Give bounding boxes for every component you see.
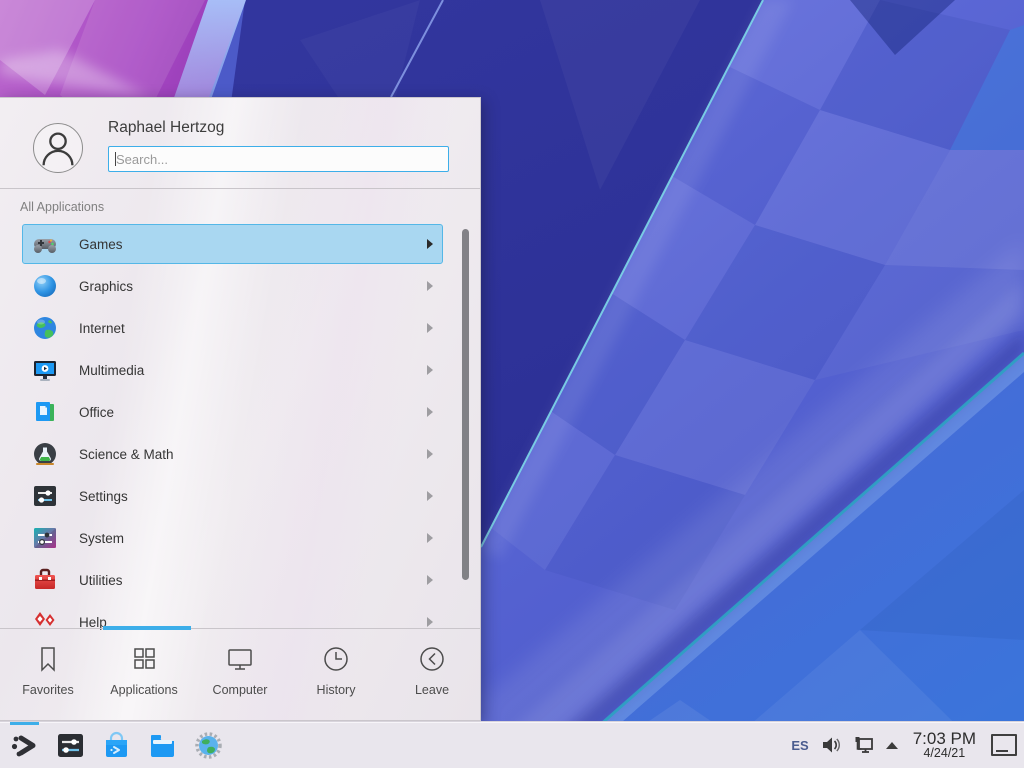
text-caret (115, 152, 116, 166)
menu-item-utilities[interactable]: Utilities (22, 560, 443, 600)
menu-item-settings[interactable]: Settings (22, 476, 443, 516)
menu-item-label: Multimedia (79, 363, 144, 378)
menu-item-label: System (79, 531, 124, 546)
taskbar-launchers (0, 731, 223, 760)
tab-label: History (317, 683, 356, 697)
bookmark-icon (32, 643, 64, 675)
toolbox-icon (32, 567, 58, 593)
menu-item-help[interactable]: Help (22, 602, 443, 630)
user-avatar[interactable] (33, 123, 83, 173)
submenu-arrow-icon (427, 575, 433, 585)
menu-item-graphics[interactable]: Graphics (22, 266, 443, 306)
menu-item-games[interactable]: Games (22, 224, 443, 264)
web-browser-button[interactable] (194, 731, 223, 760)
submenu-arrow-icon (427, 449, 433, 459)
user-name: Raphael Hertzog (108, 119, 224, 137)
sliders-icon (32, 483, 58, 509)
desktop: Raphael Hertzog All Applications Games (0, 0, 1024, 768)
menu-item-science-math[interactable]: Science & Math (22, 434, 443, 474)
menu-item-multimedia[interactable]: Multimedia (22, 350, 443, 390)
application-launcher-menu: Raphael Hertzog All Applications Games (0, 97, 481, 721)
submenu-arrow-icon (427, 533, 433, 543)
help-icon (32, 609, 58, 630)
submenu-arrow-icon (427, 281, 433, 291)
tab-label: Computer (213, 683, 268, 697)
launcher-header: Raphael Hertzog (0, 98, 480, 188)
menu-item-label: Science & Math (79, 447, 174, 462)
clock-time: 7:03 PM (913, 730, 976, 748)
computer-icon (224, 643, 256, 675)
system-settings-button[interactable] (56, 731, 85, 760)
submenu-arrow-icon (427, 407, 433, 417)
menu-item-label: Office (79, 405, 114, 420)
menu-item-office[interactable]: Office (22, 392, 443, 432)
search-input[interactable] (108, 146, 449, 172)
tab-leave[interactable]: Leave (384, 629, 480, 720)
submenu-arrow-icon (427, 491, 433, 501)
submenu-arrow-icon (427, 323, 433, 333)
submenu-arrow-icon (427, 239, 433, 249)
clock-date: 4/24/21 (913, 747, 976, 760)
menu-item-system[interactable]: System (22, 518, 443, 558)
leave-icon (416, 643, 448, 675)
discover-store-button[interactable] (102, 731, 131, 760)
menu-item-label: Internet (79, 321, 125, 336)
scrollbar[interactable] (462, 229, 469, 580)
tab-label: Leave (415, 683, 449, 697)
keyboard-layout-indicator[interactable]: ES (791, 738, 808, 753)
sphere-icon (32, 273, 58, 299)
flask-icon (32, 441, 58, 467)
menu-item-internet[interactable]: Internet (22, 308, 443, 348)
active-tab-indicator (103, 626, 191, 630)
menu-item-label: Settings (79, 489, 128, 504)
tab-computer[interactable]: Computer (192, 629, 288, 720)
submenu-arrow-icon (427, 365, 433, 375)
tab-favorites[interactable]: Favorites (0, 629, 96, 720)
section-label: All Applications (20, 200, 104, 214)
documents-icon (32, 399, 58, 425)
clock[interactable]: 7:03 PM 4/24/21 (913, 730, 976, 761)
monitor-play-icon (32, 357, 58, 383)
tab-label: Applications (110, 683, 177, 697)
show-desktop-button[interactable] (991, 734, 1017, 756)
header-divider (0, 188, 480, 189)
grid-icon (128, 643, 160, 675)
expand-tray-icon[interactable] (886, 742, 898, 749)
app-launcher-button[interactable] (10, 731, 39, 760)
network-icon[interactable] (853, 734, 875, 756)
tab-label: Favorites (22, 683, 73, 697)
menu-item-label: Games (79, 237, 123, 252)
file-manager-button[interactable] (148, 731, 177, 760)
taskbar: ES 7:03 PM 4/24/21 (0, 721, 1024, 768)
menu-item-label: Utilities (79, 573, 123, 588)
volume-icon[interactable] (820, 734, 842, 756)
tab-history[interactable]: History (288, 629, 384, 720)
clock-icon (320, 643, 352, 675)
category-list: Games Graphics Internet (0, 224, 480, 630)
gamepad-icon (32, 231, 58, 257)
menu-item-label: Graphics (79, 279, 133, 294)
tab-bar: Favorites Applications Computer History (0, 628, 480, 720)
globe-icon (32, 315, 58, 341)
tab-applications[interactable]: Applications (96, 629, 192, 720)
system-sliders-icon (32, 525, 58, 551)
submenu-arrow-icon (427, 617, 433, 627)
system-tray: ES 7:03 PM 4/24/21 (791, 730, 1024, 761)
